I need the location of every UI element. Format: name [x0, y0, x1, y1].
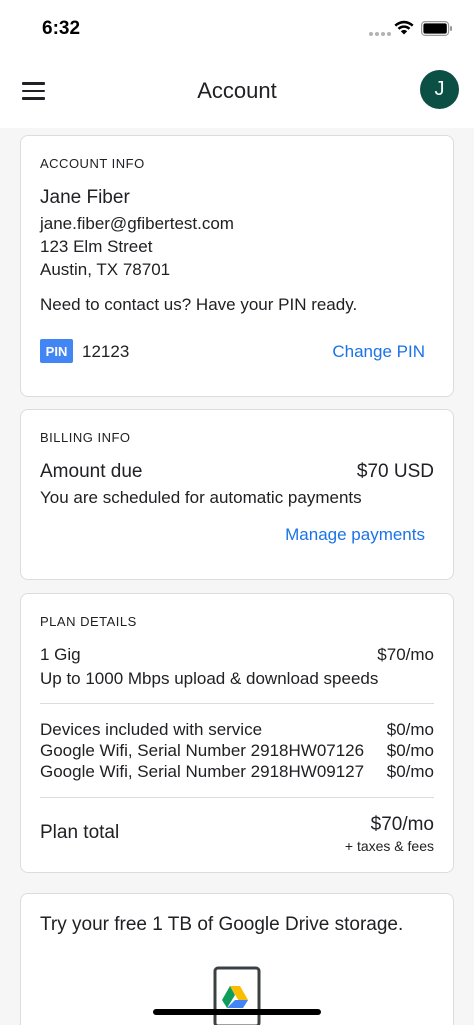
section-label: BILLING INFO	[40, 430, 131, 445]
billing-info-card: BILLING INFO Amount due $70 USD You are …	[20, 409, 454, 580]
account-name: Jane Fiber	[40, 187, 130, 208]
plan-total-value: $70/mo	[370, 814, 434, 835]
section-label: PLAN DETAILS	[40, 614, 137, 629]
plan-name: 1 Gig	[40, 645, 81, 664]
divider	[40, 797, 434, 798]
amount-due-value: $70 USD	[356, 461, 434, 482]
phone-drive-illustration	[213, 966, 261, 1025]
account-email: jane.fiber@gfibertest.com	[40, 214, 234, 233]
devices-label: Devices included with service	[40, 720, 263, 739]
section-label: ACCOUNT INFO	[40, 156, 145, 171]
contact-note: Need to contact us? Have your PIN ready.	[40, 295, 358, 314]
account-city: Austin, TX 78701	[40, 260, 171, 279]
manage-payments-link[interactable]: Manage payments	[285, 525, 425, 545]
promo-title: Try your free 1 TB of Google Drive stora…	[40, 914, 404, 935]
plan-price: $70/mo	[377, 645, 434, 664]
amount-due-label: Amount due	[40, 461, 143, 482]
device-row: Google Wifi, Serial Number 2918HW07126	[40, 741, 365, 760]
home-indicator	[153, 1009, 321, 1015]
app-header: Account J	[0, 58, 474, 128]
devices-price: $0/mo	[386, 720, 434, 739]
plan-total-label: Plan total	[40, 822, 120, 843]
pin-value: 12123	[82, 342, 130, 361]
device-row: Google Wifi, Serial Number 2918HW09127	[40, 762, 365, 781]
avatar[interactable]: J	[420, 70, 459, 109]
pin-badge: PIN	[40, 339, 73, 363]
account-info-card: ACCOUNT INFO Jane Fiber jane.fiber@gfibe…	[20, 135, 454, 397]
status-time: 6:32	[42, 18, 81, 39]
page-title: Account	[197, 78, 277, 103]
device-price: $0/mo	[386, 762, 434, 781]
divider	[40, 703, 434, 704]
drive-promo-card: Try your free 1 TB of Google Drive stora…	[20, 893, 454, 1025]
battery-icon	[421, 21, 452, 36]
device-price: $0/mo	[386, 741, 434, 760]
plan-total-note: + taxes & fees	[344, 838, 434, 854]
account-street: 123 Elm Street	[40, 237, 153, 256]
status-bar: 6:32	[0, 0, 474, 58]
plan-details-card: PLAN DETAILS 1 Gig $70/mo Up to 1000 Mbp…	[20, 593, 454, 873]
cellular-signal-icon	[369, 32, 391, 36]
plan-description: Up to 1000 Mbps upload & download speeds	[40, 669, 379, 688]
wifi-icon	[394, 20, 414, 35]
change-pin-link[interactable]: Change PIN	[332, 342, 425, 362]
billing-note: You are scheduled for automatic payments	[40, 488, 362, 507]
